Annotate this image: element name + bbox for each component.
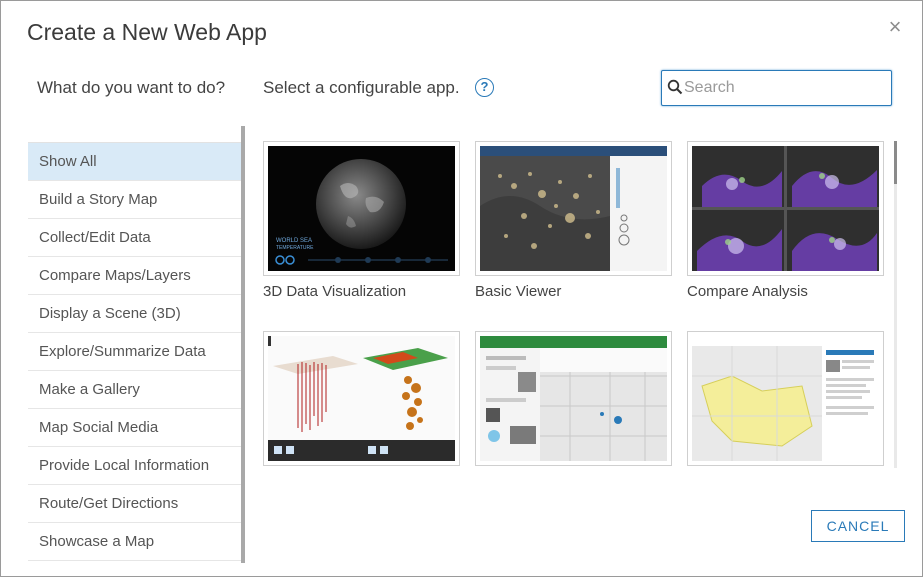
category-item-show-all[interactable]: Show All bbox=[28, 143, 241, 181]
help-icon[interactable]: ? bbox=[475, 78, 494, 97]
search-field[interactable] bbox=[661, 70, 892, 106]
dark-map-illustration bbox=[480, 146, 667, 271]
crowdsource-thumbnail bbox=[692, 336, 879, 461]
category-list: Show All Build a Story Map Collect/Edit … bbox=[28, 142, 241, 561]
globe-thumbnail: WORLD SEA TEMPERATURE bbox=[268, 146, 455, 271]
app-gallery: WORLD SEA TEMPERATURE 3D Data Visualizat… bbox=[263, 141, 891, 469]
category-item-explore-summarize-data[interactable]: Explore/Summarize Data bbox=[28, 333, 241, 371]
cancel-button[interactable]: CANCEL bbox=[811, 510, 905, 542]
app-card-3d-data-visualization[interactable]: WORLD SEA TEMPERATURE 3D Data Visualizat… bbox=[263, 141, 460, 300]
category-item-make-gallery[interactable]: Make a Gallery bbox=[28, 371, 241, 409]
four-map-illustration bbox=[692, 146, 879, 271]
search-input[interactable] bbox=[684, 72, 884, 104]
category-item-provide-local-information[interactable]: Provide Local Information bbox=[28, 447, 241, 485]
category-question: What do you want to do? bbox=[37, 78, 226, 97]
app-thumbnail bbox=[475, 141, 672, 276]
svg-text:WORLD SEA: WORLD SEA bbox=[276, 238, 312, 244]
app-thumbnail bbox=[687, 141, 884, 276]
search-icon bbox=[667, 79, 683, 95]
category-item-collect-edit-data[interactable]: Collect/Edit Data bbox=[28, 219, 241, 257]
story-map-illustration bbox=[480, 336, 667, 461]
svg-text:TEMPERATURE: TEMPERATURE bbox=[276, 245, 314, 251]
category-item-display-scene-3d[interactable]: Display a Scene (3D) bbox=[28, 295, 241, 333]
app-card-compare-analysis[interactable]: Compare Analysis bbox=[687, 141, 884, 300]
category-item-build-story-map[interactable]: Build a Story Map bbox=[28, 181, 241, 219]
app-card-3d-bars[interactable] bbox=[263, 331, 460, 469]
create-web-app-dialog: Create a New Web App × What do you want … bbox=[0, 0, 923, 577]
app-card-label: Basic Viewer bbox=[475, 283, 562, 300]
app-card-label: 3D Data Visualization bbox=[263, 283, 407, 300]
close-icon[interactable]: × bbox=[885, 16, 905, 38]
category-item-compare-maps-layers[interactable]: Compare Maps/Layers bbox=[28, 257, 241, 295]
category-item-showcase-map[interactable]: Showcase a Map bbox=[28, 523, 241, 561]
app-thumbnail bbox=[263, 331, 460, 466]
app-card-crowdsource[interactable] bbox=[687, 331, 884, 469]
app-thumbnail bbox=[475, 331, 672, 466]
3d-bars-thumbnail bbox=[268, 336, 455, 461]
category-item-route-get-directions[interactable]: Route/Get Directions bbox=[28, 485, 241, 523]
dialog-title: Create a New Web App bbox=[27, 19, 267, 45]
four-map-thumbnail bbox=[692, 146, 879, 271]
app-card-story-map[interactable] bbox=[475, 331, 672, 469]
app-thumbnail bbox=[687, 331, 884, 466]
story-map-thumbnail bbox=[480, 336, 667, 461]
select-app-label: Select a configurable app. bbox=[263, 78, 460, 97]
globe-illustration: WORLD SEA TEMPERATURE bbox=[275, 159, 448, 265]
gallery-scrollbar[interactable] bbox=[894, 141, 897, 468]
crowdsource-illustration bbox=[692, 336, 879, 461]
gallery-scrollbar-thumb[interactable] bbox=[894, 141, 897, 184]
3d-bars-illustration bbox=[268, 336, 455, 461]
dark-map-thumbnail bbox=[480, 146, 667, 271]
app-card-label: Compare Analysis bbox=[687, 283, 808, 300]
app-thumbnail: WORLD SEA TEMPERATURE bbox=[263, 141, 460, 276]
category-item-map-social-media[interactable]: Map Social Media bbox=[28, 409, 241, 447]
category-scrollbar[interactable] bbox=[241, 126, 245, 563]
app-card-basic-viewer[interactable]: Basic Viewer bbox=[475, 141, 672, 300]
